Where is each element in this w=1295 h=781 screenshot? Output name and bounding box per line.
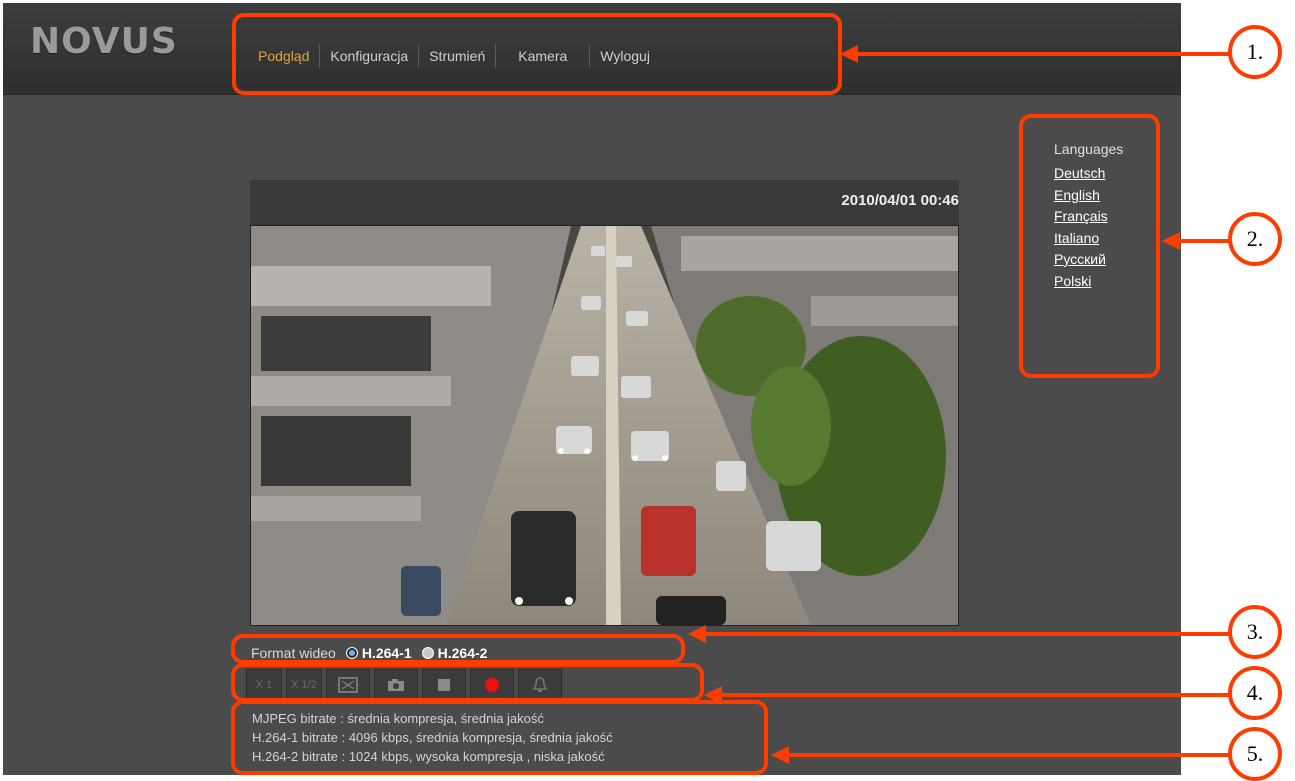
timestamp: 2010/04/01 00:46: [841, 192, 959, 209]
callout-arrow-4: [718, 693, 1230, 697]
callout-label-4: 4.: [1228, 666, 1282, 720]
callout-box-4: [231, 663, 704, 702]
callout-arrow-5: [785, 753, 1230, 757]
callout-box-3: [231, 634, 685, 664]
live-video-frame[interactable]: [250, 225, 959, 626]
callout-arrow-3: [702, 632, 1230, 636]
callout-arrow-2: [1176, 239, 1230, 243]
callout-arrowhead-1: [840, 45, 858, 63]
video-viewer: 2010/04/01 00:46: [250, 180, 959, 626]
callout-box-5: [231, 700, 768, 775]
callout-label-3: 3.: [1228, 605, 1282, 659]
callout-arrowhead-2: [1162, 232, 1180, 250]
callout-arrowhead-4: [704, 686, 722, 704]
parking-garage-scene-image: [251, 226, 958, 625]
novus-logo: NOVUS: [30, 21, 178, 62]
callout-label-5: 5.: [1228, 727, 1282, 781]
callout-label-2: 2.: [1228, 212, 1282, 266]
callout-arrowhead-3: [688, 625, 706, 643]
callout-arrow-1: [852, 52, 1230, 56]
callout-arrowhead-5: [771, 746, 789, 764]
callout-label-1: 1.: [1228, 25, 1282, 79]
viewer-header: 2010/04/01 00:46: [250, 180, 959, 225]
callout-box-1: [232, 13, 842, 95]
callout-box-2: [1019, 114, 1160, 378]
